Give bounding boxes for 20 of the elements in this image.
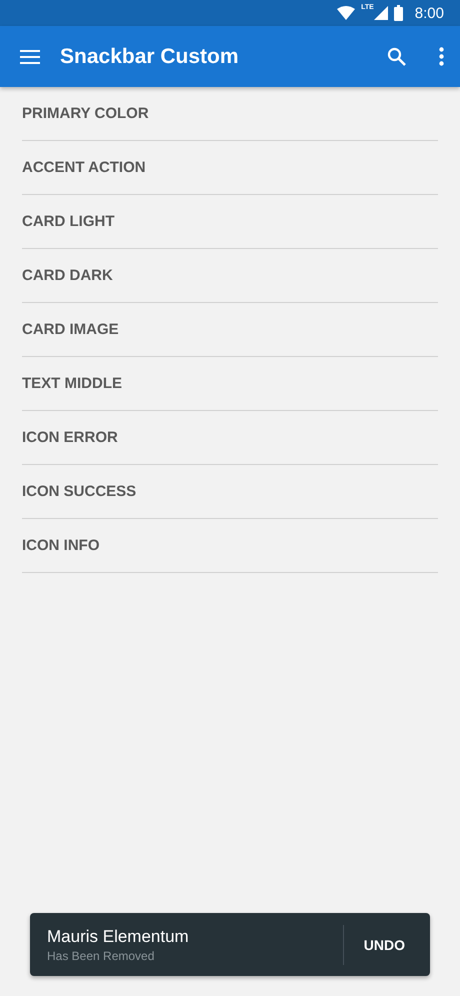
app-title: Snackbar Custom (60, 44, 240, 68)
wifi-icon (337, 6, 356, 20)
list-item[interactable]: ICON ERROR (22, 411, 438, 465)
list-item[interactable]: CARD DARK (22, 249, 438, 303)
list-item[interactable]: ICON SUCCESS (22, 465, 438, 519)
snackbar-subtitle: Has Been Removed (47, 948, 156, 962)
list-item[interactable]: CARD LIGHT (22, 195, 438, 249)
status-time: 8:00 (414, 4, 444, 22)
undo-button[interactable]: UNDO (344, 913, 430, 976)
list-item[interactable]: CARD IMAGE (22, 303, 438, 357)
signal-icon (374, 6, 388, 20)
list-item[interactable]: ICON INFO (22, 519, 438, 573)
list-item[interactable]: TEXT MIDDLE (22, 357, 438, 411)
search-icon[interactable] (387, 47, 406, 66)
battery-icon (394, 5, 403, 21)
list-item[interactable]: PRIMARY COLOR (22, 87, 438, 141)
menu-icon[interactable] (20, 50, 40, 64)
snackbar-message: Mauris Elementum (47, 926, 190, 946)
list-item[interactable]: ACCENT ACTION (22, 141, 438, 195)
more-icon[interactable] (439, 47, 444, 66)
